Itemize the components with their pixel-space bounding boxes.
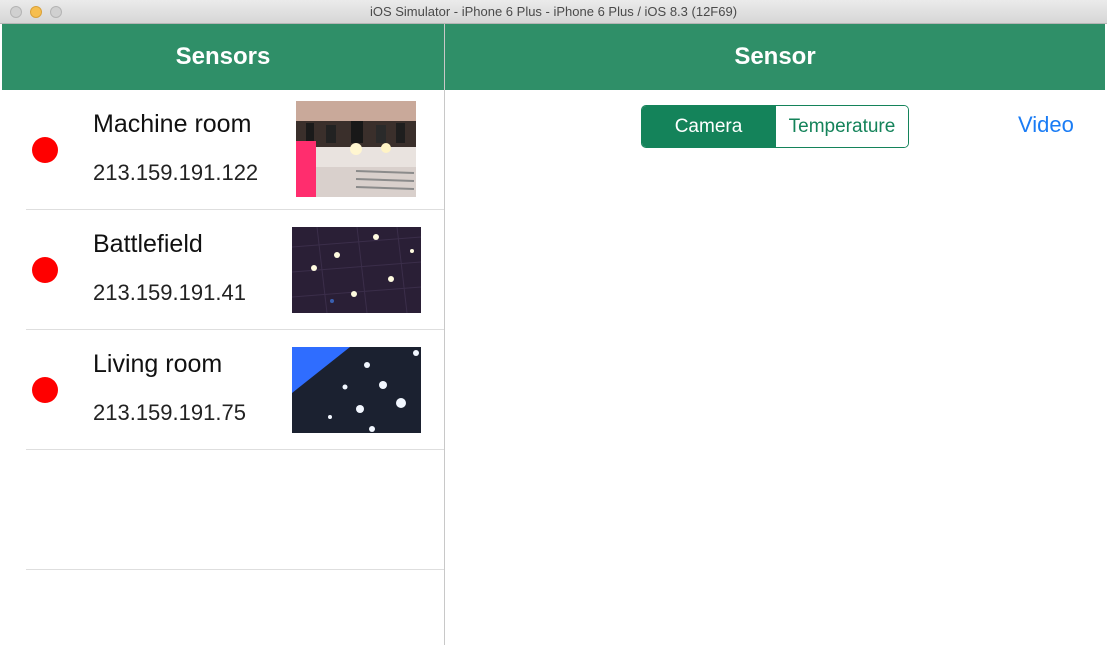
simulator-window: iOS Simulator - iPhone 6 Plus - iPhone 6… bbox=[0, 0, 1107, 647]
status-indicator bbox=[32, 377, 58, 403]
status-indicator bbox=[32, 137, 58, 163]
detail-nav-title: Sensor bbox=[734, 43, 816, 70]
window-title: iOS Simulator - iPhone 6 Plus - iPhone 6… bbox=[369, 4, 738, 19]
empty-list-row bbox=[26, 450, 444, 570]
sensor-name: Battlefield bbox=[93, 230, 203, 258]
sensor-row-living-room[interactable]: Living room 213.159.191.75 bbox=[26, 330, 444, 450]
split-divider bbox=[444, 24, 445, 645]
sensor-row-battlefield[interactable]: Battlefield 213.159.191.41 bbox=[26, 210, 444, 330]
video-button[interactable]: Video bbox=[1018, 112, 1074, 138]
sensor-list: Machine room 213.159.191.122 Battlefield… bbox=[2, 90, 444, 570]
living-room-image bbox=[292, 347, 421, 433]
camera-thumbnail bbox=[292, 347, 421, 433]
battlefield-image bbox=[292, 227, 421, 313]
sensor-row-machine-room[interactable]: Machine room 213.159.191.122 bbox=[26, 90, 444, 210]
ipad-split-view: Sensors Sensor Machine room 213.159.191.… bbox=[2, 24, 1105, 645]
sensor-mode-segmented-control[interactable]: Camera Temperature bbox=[641, 105, 909, 148]
segment-camera[interactable]: Camera bbox=[642, 106, 775, 147]
window-titlebar: iOS Simulator - iPhone 6 Plus - iPhone 6… bbox=[0, 0, 1107, 24]
sensor-ip: 213.159.191.41 bbox=[93, 280, 246, 305]
sensor-ip: 213.159.191.75 bbox=[93, 400, 246, 425]
master-nav-title: Sensors bbox=[175, 43, 271, 70]
detail-nav-bar: Sensor bbox=[445, 24, 1105, 90]
camera-thumbnail bbox=[296, 101, 416, 197]
sensor-ip: 213.159.191.122 bbox=[93, 160, 259, 185]
master-nav-bar: Sensors bbox=[2, 24, 444, 90]
machine-room-image bbox=[296, 101, 416, 197]
camera-thumbnail bbox=[292, 227, 421, 313]
segment-temperature[interactable]: Temperature bbox=[775, 106, 908, 147]
sensor-name: Machine room bbox=[93, 110, 252, 138]
sensor-name: Living room bbox=[93, 350, 223, 378]
status-indicator bbox=[32, 257, 58, 283]
